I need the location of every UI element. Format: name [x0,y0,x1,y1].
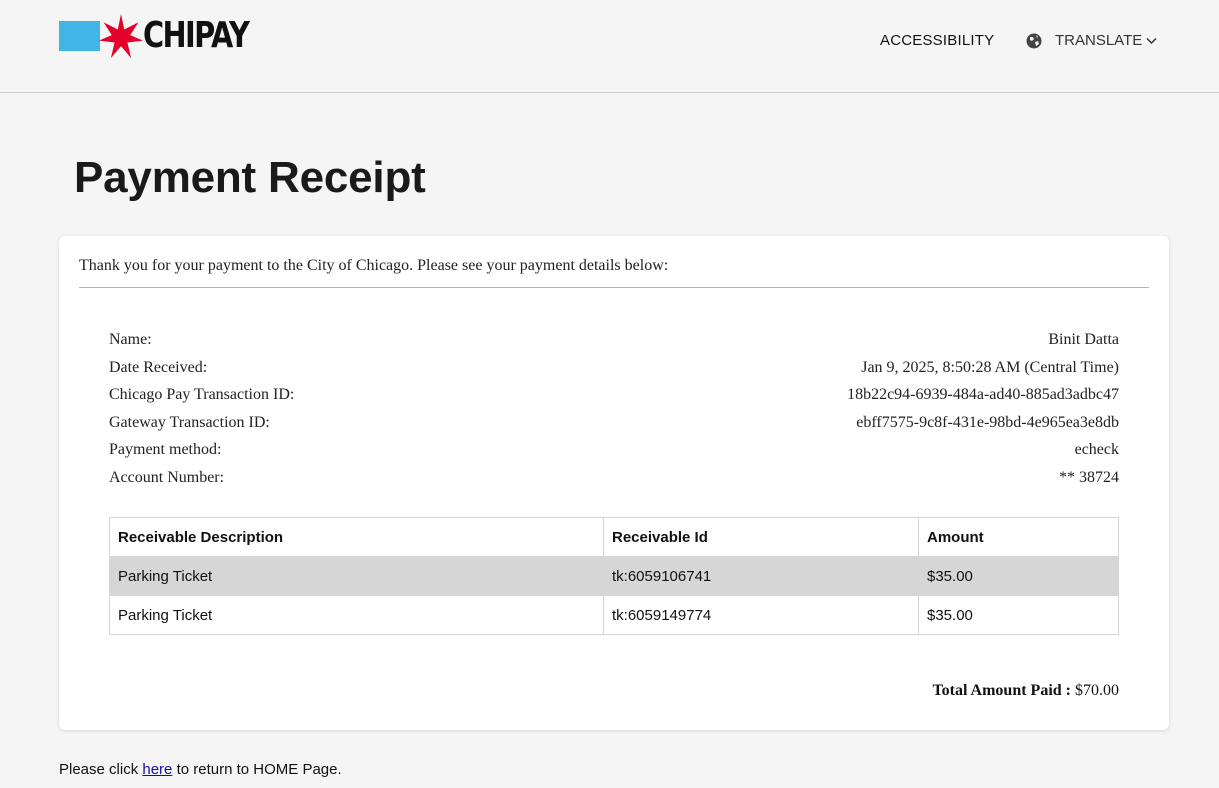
receipt-card: Thank you for your payment to the City o… [59,236,1169,730]
cell-receivable-id: tk:6059106741 [603,556,919,596]
translate-label: TRANSLATE [1055,32,1143,49]
cell-description: Parking Ticket [109,556,604,596]
table-header-row: Receivable Description Receivable Id Amo… [109,517,1119,557]
chicago-star-icon [98,13,144,59]
table-row: Parking Ticket tk:6059106741 $35.00 [109,556,1119,596]
logo-text: CHIPAY [143,15,250,56]
detail-label: Account Number: [109,468,225,486]
footer-text-before: Please click [59,761,143,778]
payment-details: Name: Binit Datta Date Received: Jan 9, … [109,329,1119,494]
total-label: Total Amount Paid : [932,682,1071,699]
divider [79,287,1149,288]
detail-value: Binit Datta [1048,331,1119,348]
detail-label: Gateway Transaction ID: [109,413,270,431]
chicago-flag-stripe [59,21,100,51]
site-header: CHIPAY ACCESSIBILITY TRANSLATE [0,0,1219,93]
total-value: $70.00 [1075,682,1119,699]
detail-label: Name: [109,331,152,348]
detail-value: ebff7575-9c8f-431e-98bd-4e965ea3e8db [856,413,1119,431]
detail-label: Date Received: [109,358,208,376]
column-header-amount: Amount [918,517,1119,557]
detail-label: Chicago Pay Transaction ID: [109,386,295,403]
translate-dropdown[interactable]: TRANSLATE [1026,32,1157,49]
detail-value: Jan 9, 2025, 8:50:28 AM (Central Time) [861,358,1119,376]
detail-label: Payment method: [109,441,222,458]
return-home-note: Please click here to return to HOME Page… [59,761,342,778]
receivables-table: Receivable Description Receivable Id Amo… [109,517,1119,635]
cell-receivable-id: tk:6059149774 [603,595,919,635]
table-row: Parking Ticket tk:6059149774 $35.00 [109,595,1119,635]
home-page-link[interactable]: here [142,761,172,778]
globe-icon [1026,33,1042,48]
cell-amount: $35.00 [918,556,1119,596]
receipt-intro: Thank you for your payment to the City o… [79,257,669,274]
column-header-id: Receivable Id [603,517,919,557]
detail-value: ** 38724 [1059,468,1119,486]
detail-row-name: Name: Binit Datta [109,329,1119,357]
chipay-logo[interactable]: CHIPAY [59,12,275,60]
detail-row-chicago-pay-transaction-id: Chicago Pay Transaction ID: 18b22c94-693… [109,384,1119,412]
column-header-description: Receivable Description [109,517,604,557]
detail-row-gateway-transaction-id: Gateway Transaction ID: ebff7575-9c8f-43… [109,412,1119,440]
cell-description: Parking Ticket [109,595,604,635]
accessibility-link[interactable]: ACCESSIBILITY [880,32,994,49]
detail-value: echeck [1074,441,1119,458]
total-amount-paid: Total Amount Paid : $70.00 [932,682,1119,700]
cell-amount: $35.00 [918,595,1119,635]
page-title: Payment Receipt [74,153,426,202]
detail-row-payment-method: Payment method: echeck [109,439,1119,467]
footer-text-after: to return to HOME Page. [172,761,342,778]
detail-row-date-received: Date Received: Jan 9, 2025, 8:50:28 AM (… [109,357,1119,385]
detail-row-account-number: Account Number: ** 38724 [109,467,1119,495]
chevron-down-icon [1146,37,1157,44]
detail-value: 18b22c94-6939-484a-ad40-885ad3adbc47 [847,386,1119,403]
